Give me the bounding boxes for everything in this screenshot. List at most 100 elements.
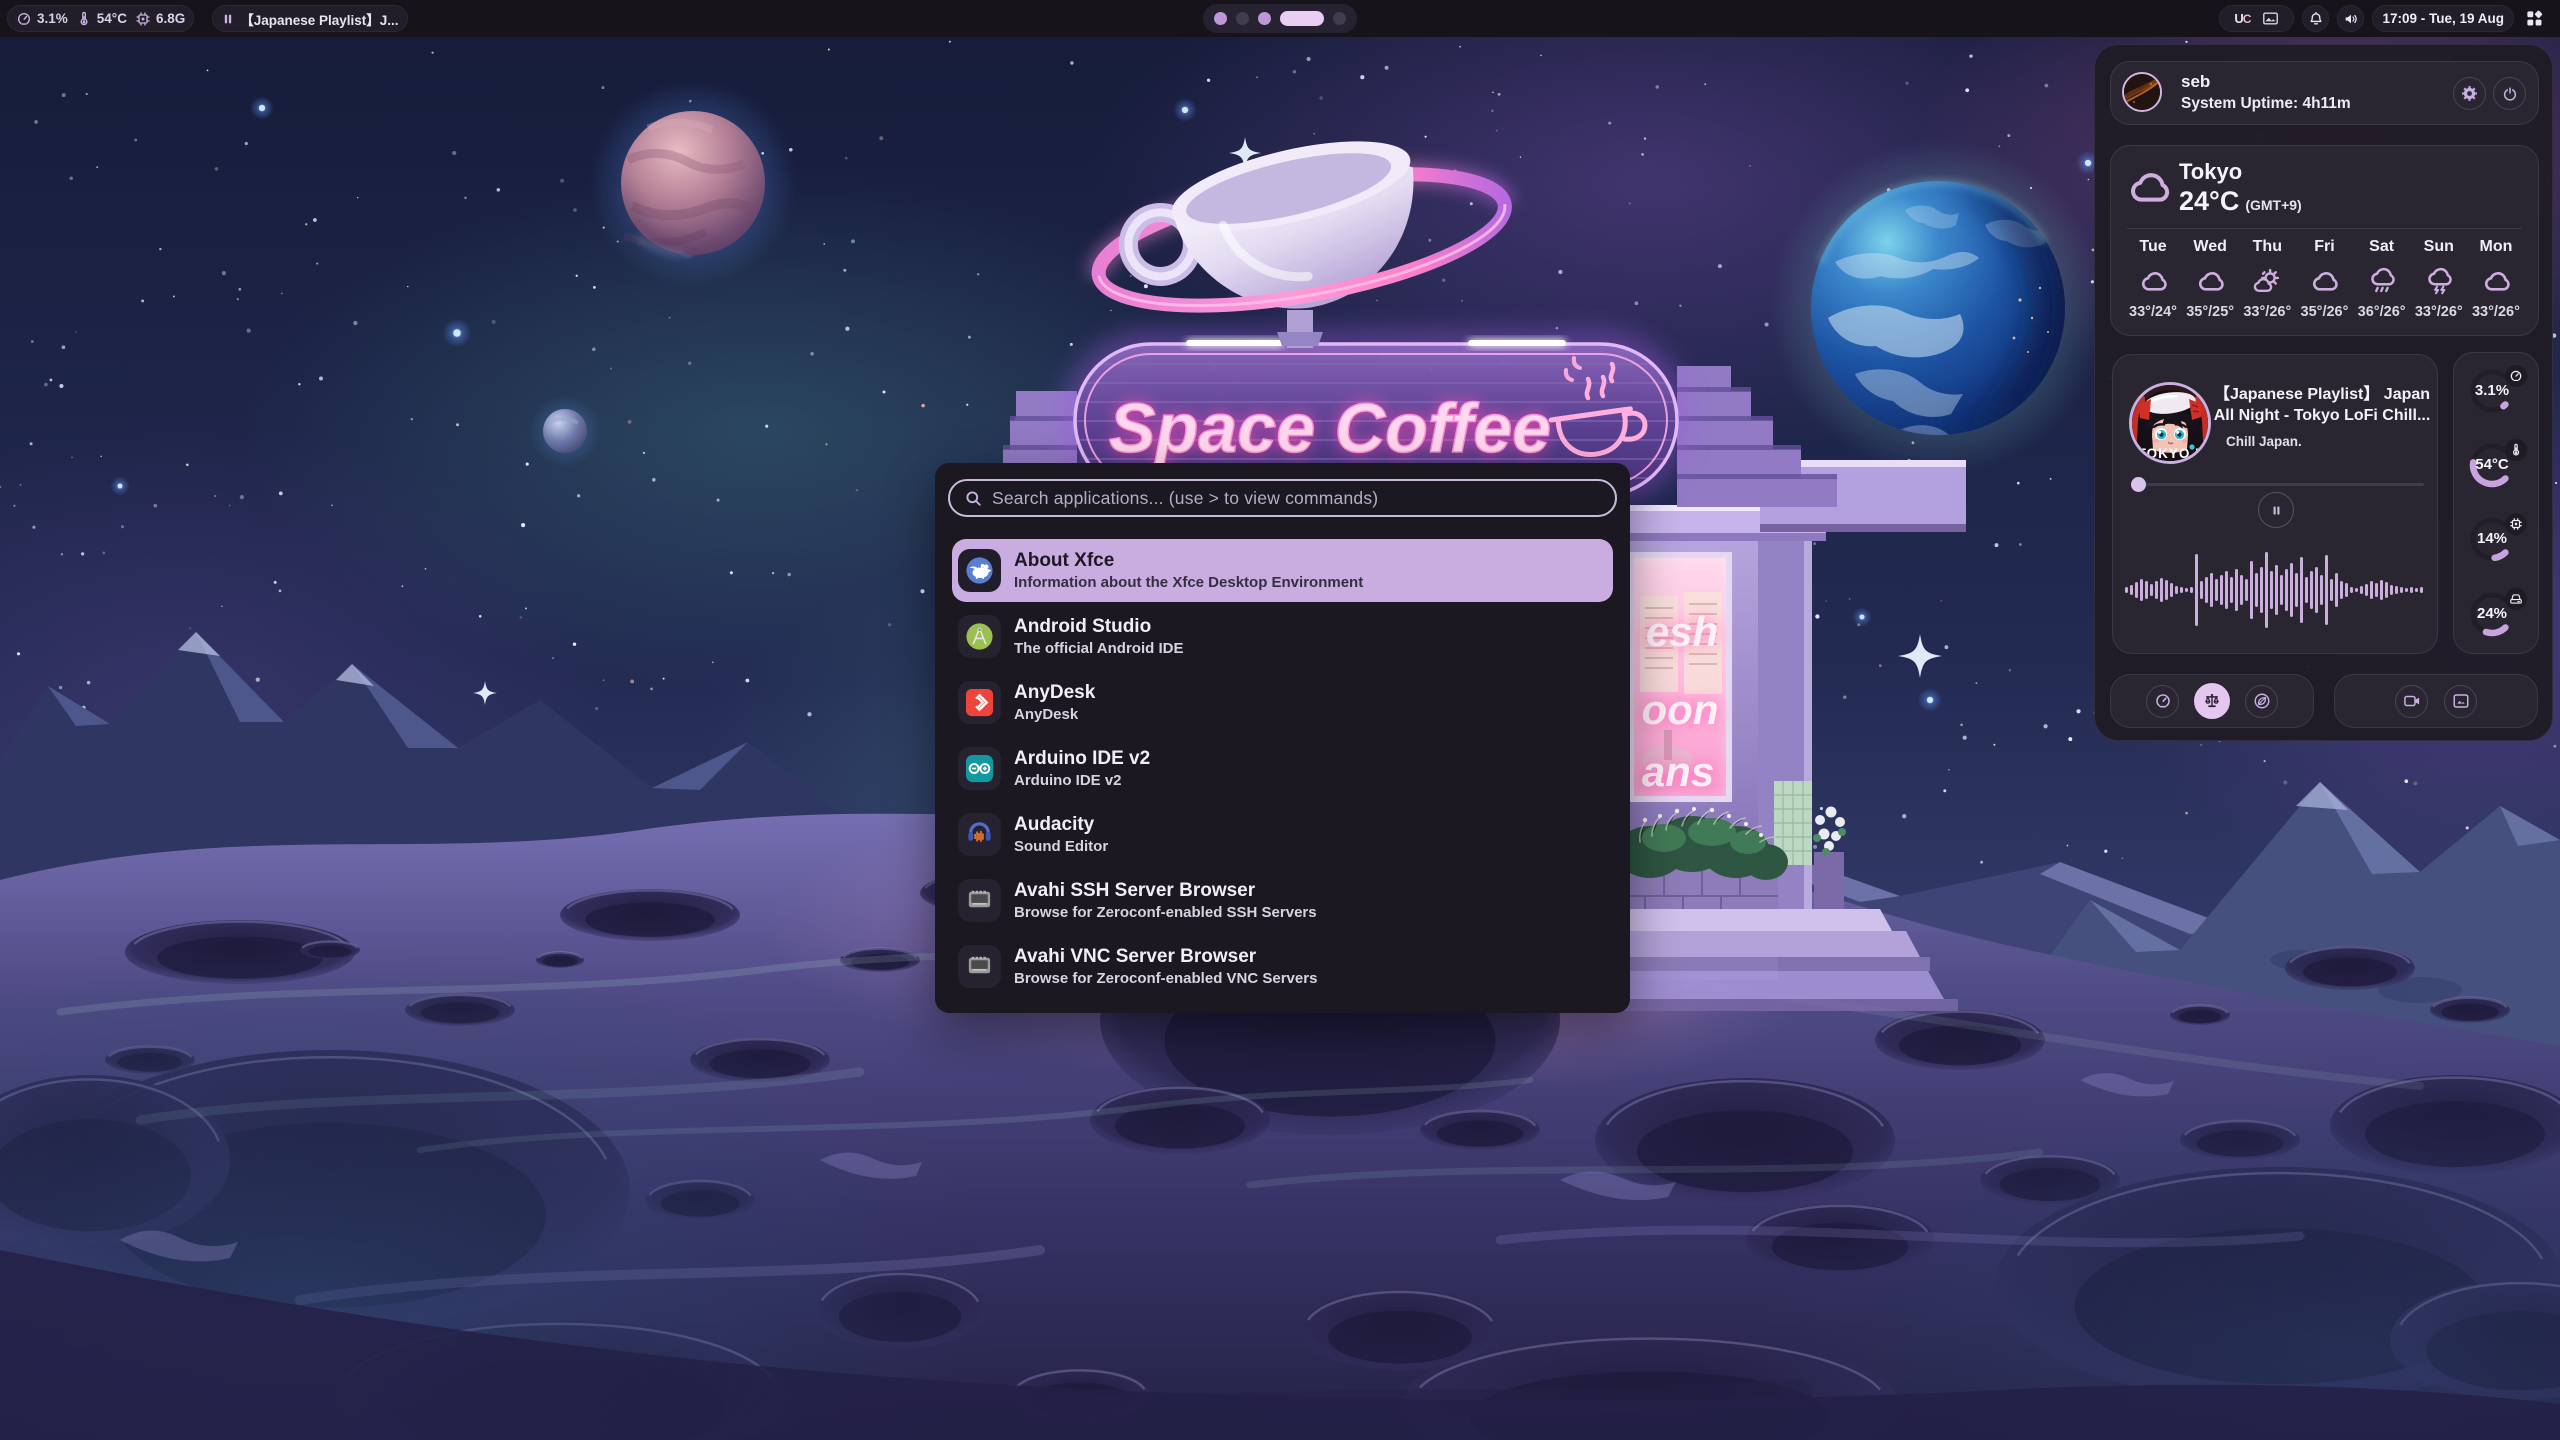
app-row-arduino-ide-v2[interactable]: Arduino IDE v2Arduino IDE v2 [952, 737, 1613, 800]
gauge-chip: 14% [2454, 506, 2540, 572]
waveform-bar [2365, 584, 2368, 596]
bell-icon [2308, 11, 2324, 27]
forecast-day: Fri [2314, 238, 2334, 256]
seek-track [2132, 483, 2424, 486]
forecast-temps: 36°/26° [2358, 304, 2406, 320]
power-button[interactable] [2493, 77, 2526, 110]
app-row-avahi-vnc-server-browser[interactable]: Avahi VNC Server BrowserBrowse for Zeroc… [952, 935, 1613, 998]
memory-usage: 6.8G [156, 11, 185, 26]
capture-card [2334, 674, 2538, 728]
app-title: About Xfce [1014, 549, 1363, 573]
forecast-wed: Wed35°/25° [2186, 236, 2234, 325]
waveform-bar [2270, 571, 2273, 609]
planet-mars [589, 79, 797, 287]
audio-waveform [2125, 550, 2427, 630]
now-playing-pill[interactable]: 【Japanese Playlist】J... [212, 5, 407, 32]
play-pause-button[interactable] [2258, 492, 2294, 528]
waveform-bar [2125, 587, 2128, 593]
track-title-line2: All Night - Tokyo LoFi Chill... [2213, 406, 2431, 427]
waveform-bar [2165, 580, 2168, 600]
profile-balanced-button-active[interactable] [2194, 683, 2230, 719]
gauge-value: 14% [2454, 530, 2530, 547]
seek-slider[interactable] [2132, 477, 2424, 491]
app-title: Arduino IDE v2 [1014, 747, 1150, 771]
gauge-disk: 24% [2454, 581, 2540, 647]
tray-image-icon[interactable] [2262, 10, 2279, 27]
storm-icon [2424, 266, 2454, 296]
waveform-bar [2245, 579, 2248, 601]
svg-text:Space Coffee: Space Coffee [1109, 389, 1551, 467]
app-description: Information about the Xfce Desktop Envir… [1014, 573, 1363, 593]
system-stats-pill[interactable]: 3.1% 54°C 6.8G [7, 5, 194, 32]
app-grid-button[interactable] [2522, 7, 2546, 31]
app-row-android-studio[interactable]: Android StudioThe official Android IDE [952, 605, 1613, 668]
music-card: TOKYO L 【Japanese Playlist】 Japan All Ni… [2112, 354, 2438, 654]
svg-text:ans: ans [1642, 748, 1714, 795]
clock[interactable]: 17:09 - Tue, 19 Aug [2372, 5, 2514, 32]
app-row-audacity[interactable]: AudacitySound Editor [952, 803, 1613, 866]
workspace-1[interactable] [1214, 12, 1227, 25]
waveform-bar [2155, 581, 2158, 599]
volume-button[interactable] [2337, 5, 2364, 32]
forecast-day: Thu [2253, 238, 2282, 256]
app-description: The official Android IDE [1014, 639, 1183, 659]
svg-text:esh: esh [1646, 608, 1718, 655]
avahi-app-icon [958, 945, 1001, 988]
control-panel: seb System Uptime: 4h11m Tokyo 24°C(GMT+… [2094, 44, 2553, 741]
audacity-app-icon [958, 813, 1001, 856]
topbar: 3.1% 54°C 6.8G 【Japanese Playlist】J... U… [0, 0, 2560, 37]
waveform-bar [2320, 575, 2323, 605]
tray-uc-icon[interactable]: UC [2234, 11, 2250, 26]
seek-thumb[interactable] [2131, 477, 2146, 492]
speedometer-icon [16, 11, 32, 27]
track-title: 【Japanese Playlist】 Japan All Night - To… [2213, 385, 2431, 427]
waveform-bar [2370, 581, 2373, 599]
forecast-temps: 33°/26° [2243, 304, 2291, 320]
app-row-about-xfce[interactable]: About XfceInformation about the Xfce Des… [952, 539, 1613, 602]
divider [2127, 228, 2522, 229]
screenshot-button[interactable] [2444, 685, 2477, 718]
weather-cloud-icon [2125, 164, 2171, 210]
waveform-bar [2255, 573, 2258, 607]
forecast-thu: Thu 33°/26° [2243, 236, 2291, 325]
workspace-4-active[interactable] [1280, 11, 1324, 26]
notifications-button[interactable] [2302, 5, 2329, 32]
screen-record-button[interactable] [2395, 685, 2428, 718]
app-list: About XfceInformation about the Xfce Des… [952, 539, 1613, 1001]
memory-stat: 6.8G [135, 11, 185, 27]
waveform-bar [2235, 569, 2238, 611]
leaf-icon [2253, 692, 2271, 710]
waveform-bar [2170, 583, 2173, 597]
forecast-sat: Sat36°/26° [2358, 236, 2406, 325]
waveform-bar [2305, 577, 2308, 603]
waveform-bar [2325, 555, 2328, 625]
clock-text: 17:09 - Tue, 19 Aug [2382, 11, 2504, 26]
workspace-2[interactable] [1236, 12, 1249, 25]
workspace-3[interactable] [1258, 12, 1271, 25]
workspace-5[interactable] [1333, 12, 1346, 25]
weather-card: Tokyo 24°C(GMT+9) Tue33°/24°Wed35°/25°Th… [2110, 145, 2539, 336]
user-card: seb System Uptime: 4h11m [2110, 61, 2539, 125]
anydesk-app-icon [958, 681, 1001, 724]
waveform-bar [2230, 577, 2233, 603]
app-title: Android Studio [1014, 615, 1183, 639]
waveform-bar [2360, 586, 2363, 594]
waveform-bar [2295, 573, 2298, 607]
waveform-bar [2160, 578, 2163, 602]
waveform-bar [2240, 575, 2243, 605]
app-row-anydesk[interactable]: AnyDeskAnyDesk [952, 671, 1613, 734]
app-title: Avahi VNC Server Browser [1014, 945, 1317, 969]
forecast-temps: 33°/24° [2129, 304, 2177, 320]
settings-button[interactable] [2453, 77, 2486, 110]
app-row-avahi-ssh-server-browser[interactable]: Avahi SSH Server BrowserBrowse for Zeroc… [952, 869, 1613, 932]
waveform-bar [2140, 579, 2143, 601]
profile-performance-button[interactable] [2146, 685, 2179, 718]
pause-icon [221, 12, 235, 26]
svg-text:oon: oon [1642, 686, 1719, 733]
waveform-bar [2385, 582, 2388, 598]
cloud-icon [2138, 266, 2168, 296]
search-box[interactable] [948, 479, 1617, 517]
search-input[interactable] [992, 488, 1601, 509]
waveform-bar [2300, 557, 2303, 623]
profile-power-saver-button[interactable] [2245, 685, 2278, 718]
